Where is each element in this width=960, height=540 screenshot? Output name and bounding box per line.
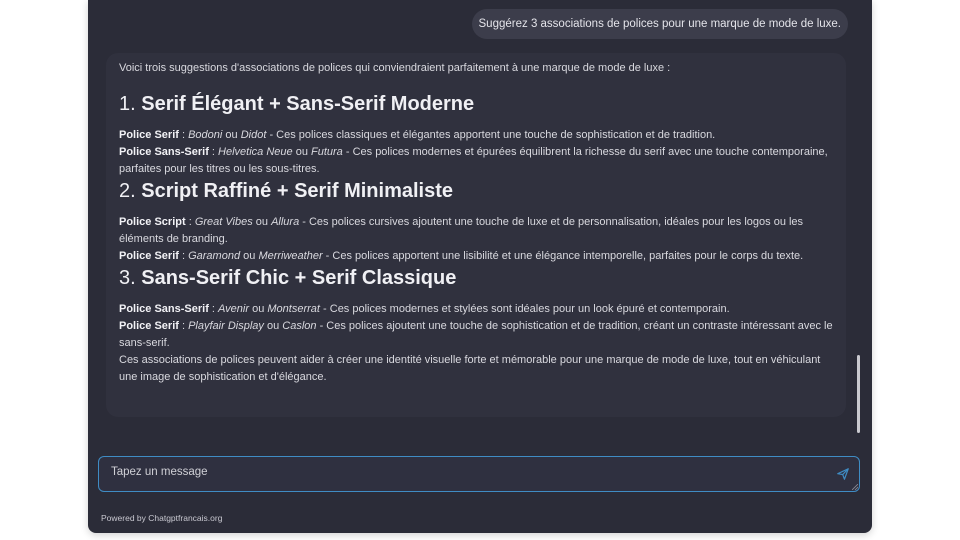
font-item: Police Serif : Garamond ou Merriweather … — [119, 248, 841, 265]
send-icon[interactable] — [836, 467, 850, 481]
font-description: - Ces polices modernes et stylées sont i… — [319, 303, 730, 315]
font-item-separator: : — [178, 320, 189, 332]
section-heading: 2. Script Raffiné + Serif Minimaliste — [119, 178, 841, 204]
font-or: ou — [292, 146, 311, 158]
font-name: Playfair Display — [188, 320, 264, 332]
user-message: Suggérez 3 associations de polices pour … — [471, 9, 848, 39]
font-item-label: Police Sans-Serif — [119, 146, 209, 158]
chat-app: Suggérez 3 associations de polices pour … — [88, 0, 872, 533]
font-item: Police Serif : Playfair Display ou Caslo… — [119, 318, 841, 352]
font-name: Garamond — [188, 250, 241, 262]
font-item: Police Script : Great Vibes ou Allura - … — [119, 214, 841, 248]
font-item: Police Sans-Serif : Helvetica Neue ou Fu… — [119, 144, 841, 178]
font-or: ou — [249, 303, 268, 315]
chat-scrollbar[interactable] — [857, 355, 860, 433]
font-item-separator: : — [208, 303, 219, 315]
font-item-separator: : — [178, 129, 189, 141]
bot-conclusion: Ces associations de polices peuvent aide… — [119, 354, 821, 383]
section-title: Serif Élégant + Sans-Serif Moderne — [141, 93, 475, 115]
font-item-separator: : — [185, 216, 195, 228]
font-item-label: Police Serif — [119, 320, 179, 332]
bot-message-content: Voici trois suggestions d'associations d… — [119, 60, 841, 386]
font-description: - Ces polices apportent une lisibilité e… — [322, 250, 804, 262]
font-name: Allura — [271, 216, 300, 228]
section-title: Script Raffiné + Serif Minimaliste — [141, 180, 453, 202]
suggestion-section-3: 3. Sans-Serif Chic + Serif Classique Pol… — [119, 265, 841, 352]
bot-intro: Voici trois suggestions d'associations d… — [119, 62, 671, 74]
bot-message: Voici trois suggestions d'associations d… — [106, 53, 846, 417]
section-heading: 1. Serif Élégant + Sans-Serif Moderne — [119, 91, 841, 117]
suggestion-section-1: 1. Serif Élégant + Sans-Serif Moderne Po… — [119, 91, 841, 178]
font-name: Caslon — [282, 320, 317, 332]
font-description: - Ces polices classiques et élégantes ap… — [266, 129, 716, 141]
font-name: Montserrat — [267, 303, 320, 315]
powered-by-footer: Powered by Chatgptfrancais.org — [101, 513, 223, 523]
font-name: Bodoni — [188, 129, 223, 141]
font-name: Didot — [240, 129, 267, 141]
font-name: Great Vibes — [194, 216, 253, 228]
section-heading: 3. Sans-Serif Chic + Serif Classique — [119, 265, 841, 291]
font-name: Futura — [311, 146, 343, 158]
section-number: 1. — [119, 93, 136, 115]
section-number: 2. — [119, 180, 136, 202]
font-or: ou — [252, 216, 272, 228]
font-or: ou — [263, 320, 283, 332]
font-item-separator: : — [178, 250, 189, 262]
font-item-label: Police Sans-Serif — [119, 303, 209, 315]
section-title: Sans-Serif Chic + Serif Classique — [141, 267, 457, 289]
font-item-label: Police Script — [119, 216, 186, 228]
message-input-box[interactable] — [98, 456, 860, 492]
font-name: Merriweather — [258, 250, 323, 262]
font-item: Police Serif : Bodoni ou Didot - Ces pol… — [119, 127, 841, 144]
font-or: ou — [240, 250, 259, 262]
font-item-label: Police Serif — [119, 250, 179, 262]
message-input[interactable] — [109, 461, 833, 483]
font-item: Police Sans-Serif : Avenir ou Montserrat… — [119, 301, 841, 318]
font-name: Avenir — [218, 303, 250, 315]
resize-handle-icon[interactable] — [852, 484, 858, 490]
font-name: Helvetica Neue — [218, 146, 293, 158]
font-item-separator: : — [208, 146, 219, 158]
font-item-label: Police Serif — [119, 129, 179, 141]
suggestion-section-2: 2. Script Raffiné + Serif Minimaliste Po… — [119, 178, 841, 265]
section-number: 3. — [119, 267, 136, 289]
font-or: ou — [222, 129, 241, 141]
